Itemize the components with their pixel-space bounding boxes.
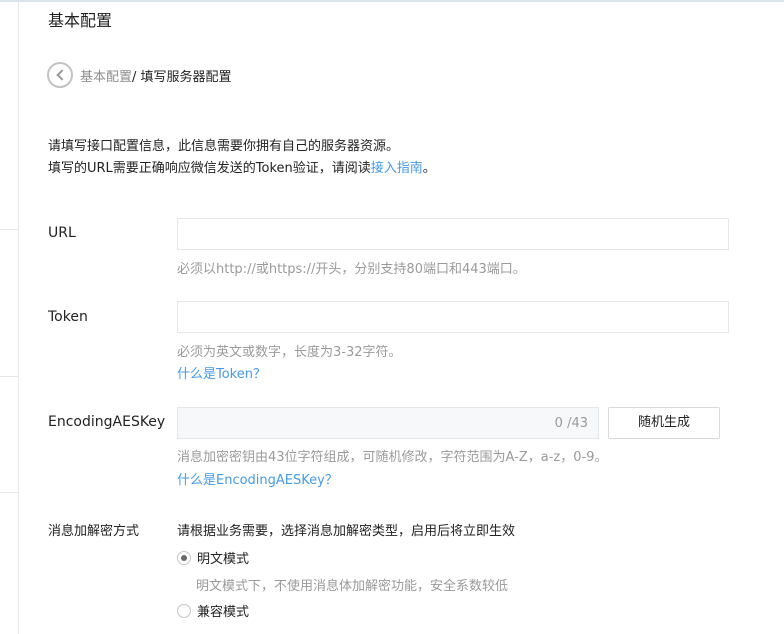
intro-line-1: 请填写接口配置信息，此信息需要你拥有自己的服务器资源。 [48,139,400,154]
plaintext-mode-hint: 明文模式下，不使用消息体加解密功能，安全系数较低 [196,579,509,594]
what-is-aeskey-link[interactable]: 什么是EncodingAESKey？ [177,469,338,488]
url-input[interactable] [177,218,729,250]
breadcrumb-parent-link[interactable]: 基本配置 [80,70,132,85]
breadcrumb-current: 填写服务器配置 [140,70,232,85]
radio-compatible-mode[interactable]: 兼容模式 [177,601,249,620]
aeskey-input[interactable]: 0 /43 [177,407,599,439]
sidebar-divider-mark [0,229,18,230]
encryption-label: 消息加解密方式 [48,524,140,539]
aeskey-hint: 消息加密密钥由43位字符组成，可随机修改，字符范围为A-Z，a-z，0-9。 [177,450,608,465]
aeskey-label: EncodingAESKey [48,414,166,430]
breadcrumb: 基本配置/ 填写服务器配置 [80,66,232,85]
plaintext-mode-label: 明文模式 [197,552,250,567]
page-title: 基本配置 [48,11,113,30]
intro-line-2-suffix: 。 [422,161,436,176]
back-button[interactable] [47,62,73,88]
chevron-left-icon [56,69,68,81]
url-label: URL [48,225,76,241]
access-guide-link[interactable]: 接入指南 [371,161,423,176]
compatible-mode-label: 兼容模式 [197,605,250,620]
aeskey-counter: 0 /43 [554,416,588,431]
sidebar-divider-mark [0,492,18,493]
intro-text: 请填写接口配置信息，此信息需要你拥有自己的服务器资源。 填写的URL需要正确响应… [48,136,436,180]
breadcrumb-separator: / [132,70,141,85]
url-hint: 必须以http://或https://开头，分别支持80端口和443端口。 [177,262,526,277]
token-input[interactable] [177,301,729,333]
radio-unchecked-icon[interactable] [177,604,191,618]
sidebar-divider [18,0,19,634]
encryption-description: 请根据业务需要，选择消息加解密类型，启用后将立即生效 [177,524,516,539]
top-border [0,0,784,2]
intro-line-2: 填写的URL需要正确响应微信发送的Token验证，请阅读接入指南。 [48,158,436,180]
random-generate-button[interactable]: 随机生成 [608,407,720,439]
intro-line-2-prefix: 填写的URL需要正确响应微信发送的Token验证，请阅读 [48,161,371,176]
token-hint: 必须为英文或数字，长度为3-32字符。 [177,345,402,360]
what-is-token-link[interactable]: 什么是Token？ [177,363,266,382]
radio-plaintext-mode[interactable]: 明文模式 [177,548,249,567]
radio-checked-icon[interactable] [177,551,191,565]
token-label: Token [48,309,88,325]
sidebar-divider-mark [0,376,18,377]
